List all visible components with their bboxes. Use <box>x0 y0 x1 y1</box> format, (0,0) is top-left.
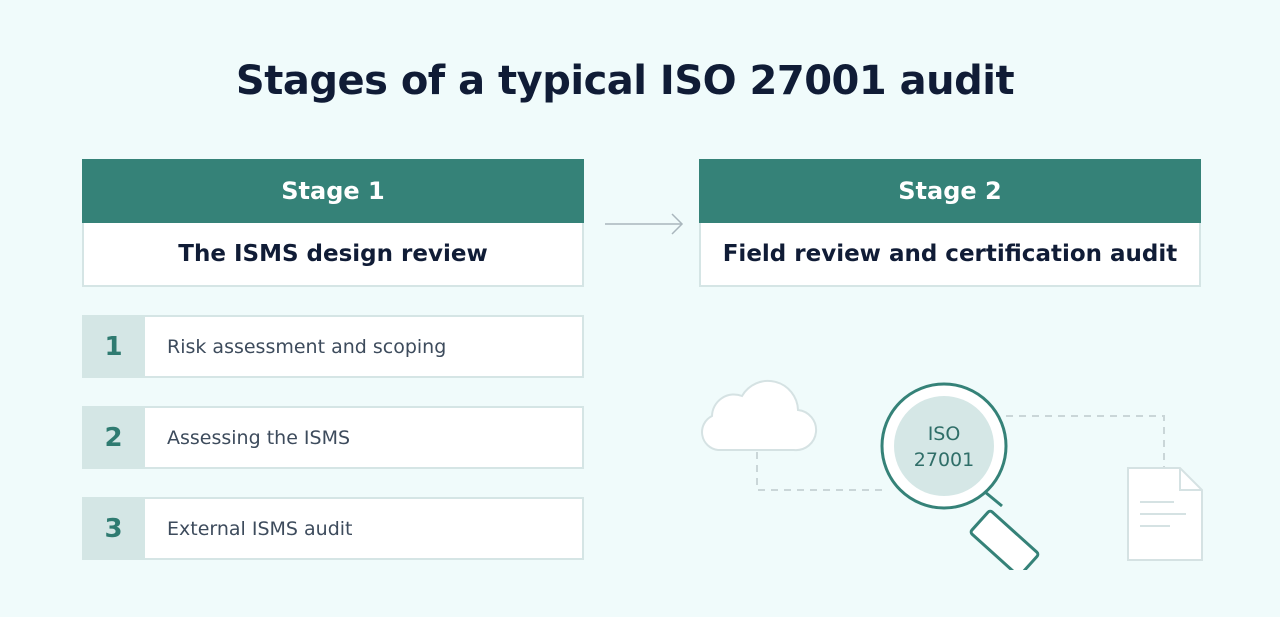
magnifying-glass-icon: ISO 27001 <box>880 382 1040 570</box>
step-label: Assessing the ISMS <box>145 406 584 469</box>
diagram-title: Stages of a typical ISO 27001 audit <box>235 58 1015 104</box>
step-item-1: 1 Risk assessment and scoping <box>82 315 584 378</box>
stage-2-subtitle: Field review and certification audit <box>699 223 1201 287</box>
cloud-icon <box>701 379 818 452</box>
step-number: 3 <box>82 497 145 560</box>
stage-1-heading: Stage 1 <box>82 159 584 223</box>
stage-1-subtitle: The ISMS design review <box>82 223 584 287</box>
audit-illustration: ISO 27001 <box>701 379 1203 570</box>
step-label: Risk assessment and scoping <box>145 315 584 378</box>
step-number: 1 <box>82 315 145 378</box>
stage-2-heading: Stage 2 <box>699 159 1201 223</box>
stage-2-card: Stage 2 Field review and certification a… <box>699 159 1201 287</box>
step-item-3: 3 External ISMS audit <box>82 497 584 560</box>
stage-1-card: Stage 1 The ISMS design review <box>82 159 584 287</box>
arrow-right-icon <box>605 213 684 235</box>
step-number: 2 <box>82 406 145 469</box>
step-label: External ISMS audit <box>145 497 584 560</box>
lens-text-line1: ISO <box>928 423 961 445</box>
document-icon <box>1127 467 1203 561</box>
step-item-2: 2 Assessing the ISMS <box>82 406 584 469</box>
lens-text-line2: 27001 <box>914 449 974 471</box>
